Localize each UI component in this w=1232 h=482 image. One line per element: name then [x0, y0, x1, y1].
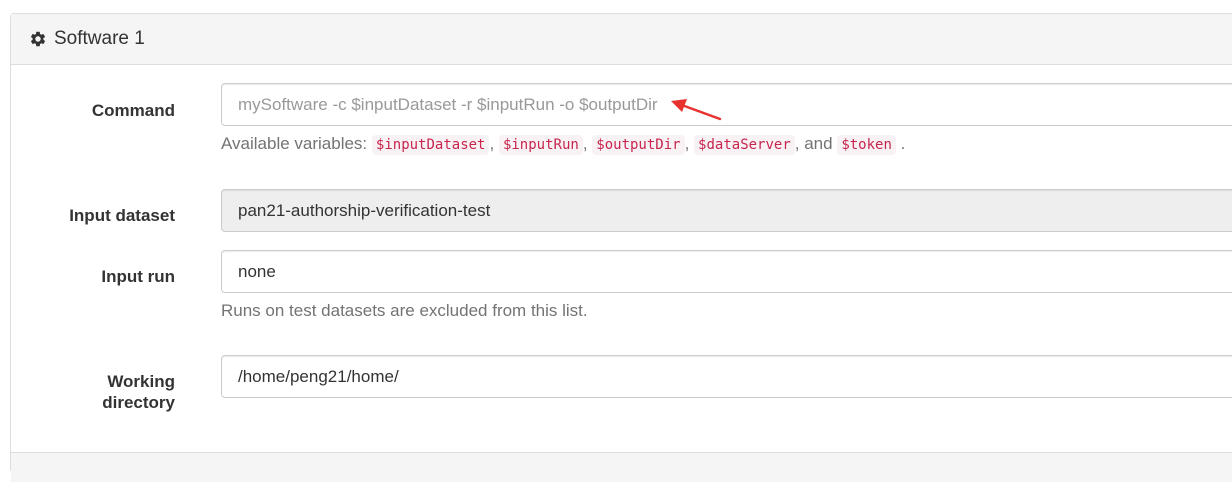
software-panel: Software 1 Command Available variables: …	[10, 13, 1232, 482]
input-run-label: Input run	[101, 267, 175, 286]
variable-output-dir: $outputDir	[592, 135, 685, 155]
panel-heading: Software 1	[11, 14, 1232, 65]
variable-input-dataset: $inputDataset	[371, 135, 490, 155]
working-directory-label-line2: directory	[102, 393, 175, 412]
working-directory-label-line1: Working	[107, 372, 175, 391]
input-run-select[interactable]: none	[221, 250, 1232, 293]
variable-input-run: $inputRun	[498, 135, 583, 155]
panel-title: Software 1	[54, 28, 145, 49]
input-dataset-field	[221, 189, 1232, 232]
working-directory-input[interactable]	[221, 355, 1232, 398]
input-run-selected: none	[238, 261, 276, 281]
gear-icon	[29, 30, 47, 48]
end-period: .	[900, 134, 906, 153]
input-dataset-label: Input dataset	[69, 206, 175, 225]
and-text: , and	[794, 134, 833, 153]
input-run-help: Runs on test datasets are excluded from …	[221, 301, 588, 320]
panel-footer	[11, 452, 1232, 482]
separator: ,	[582, 134, 588, 153]
separator: ,	[684, 134, 690, 153]
available-variables-text: Available variables:	[221, 134, 368, 153]
separator: ,	[489, 134, 495, 153]
command-label: Command	[91, 101, 175, 120]
annotation-arrow-icon	[671, 99, 722, 121]
working-directory-label: Working directory	[11, 371, 175, 413]
command-help: Available variables: $inputDataset, $inp…	[221, 134, 906, 155]
variable-data-server: $dataServer	[694, 135, 795, 155]
variable-token: $token	[837, 135, 896, 155]
